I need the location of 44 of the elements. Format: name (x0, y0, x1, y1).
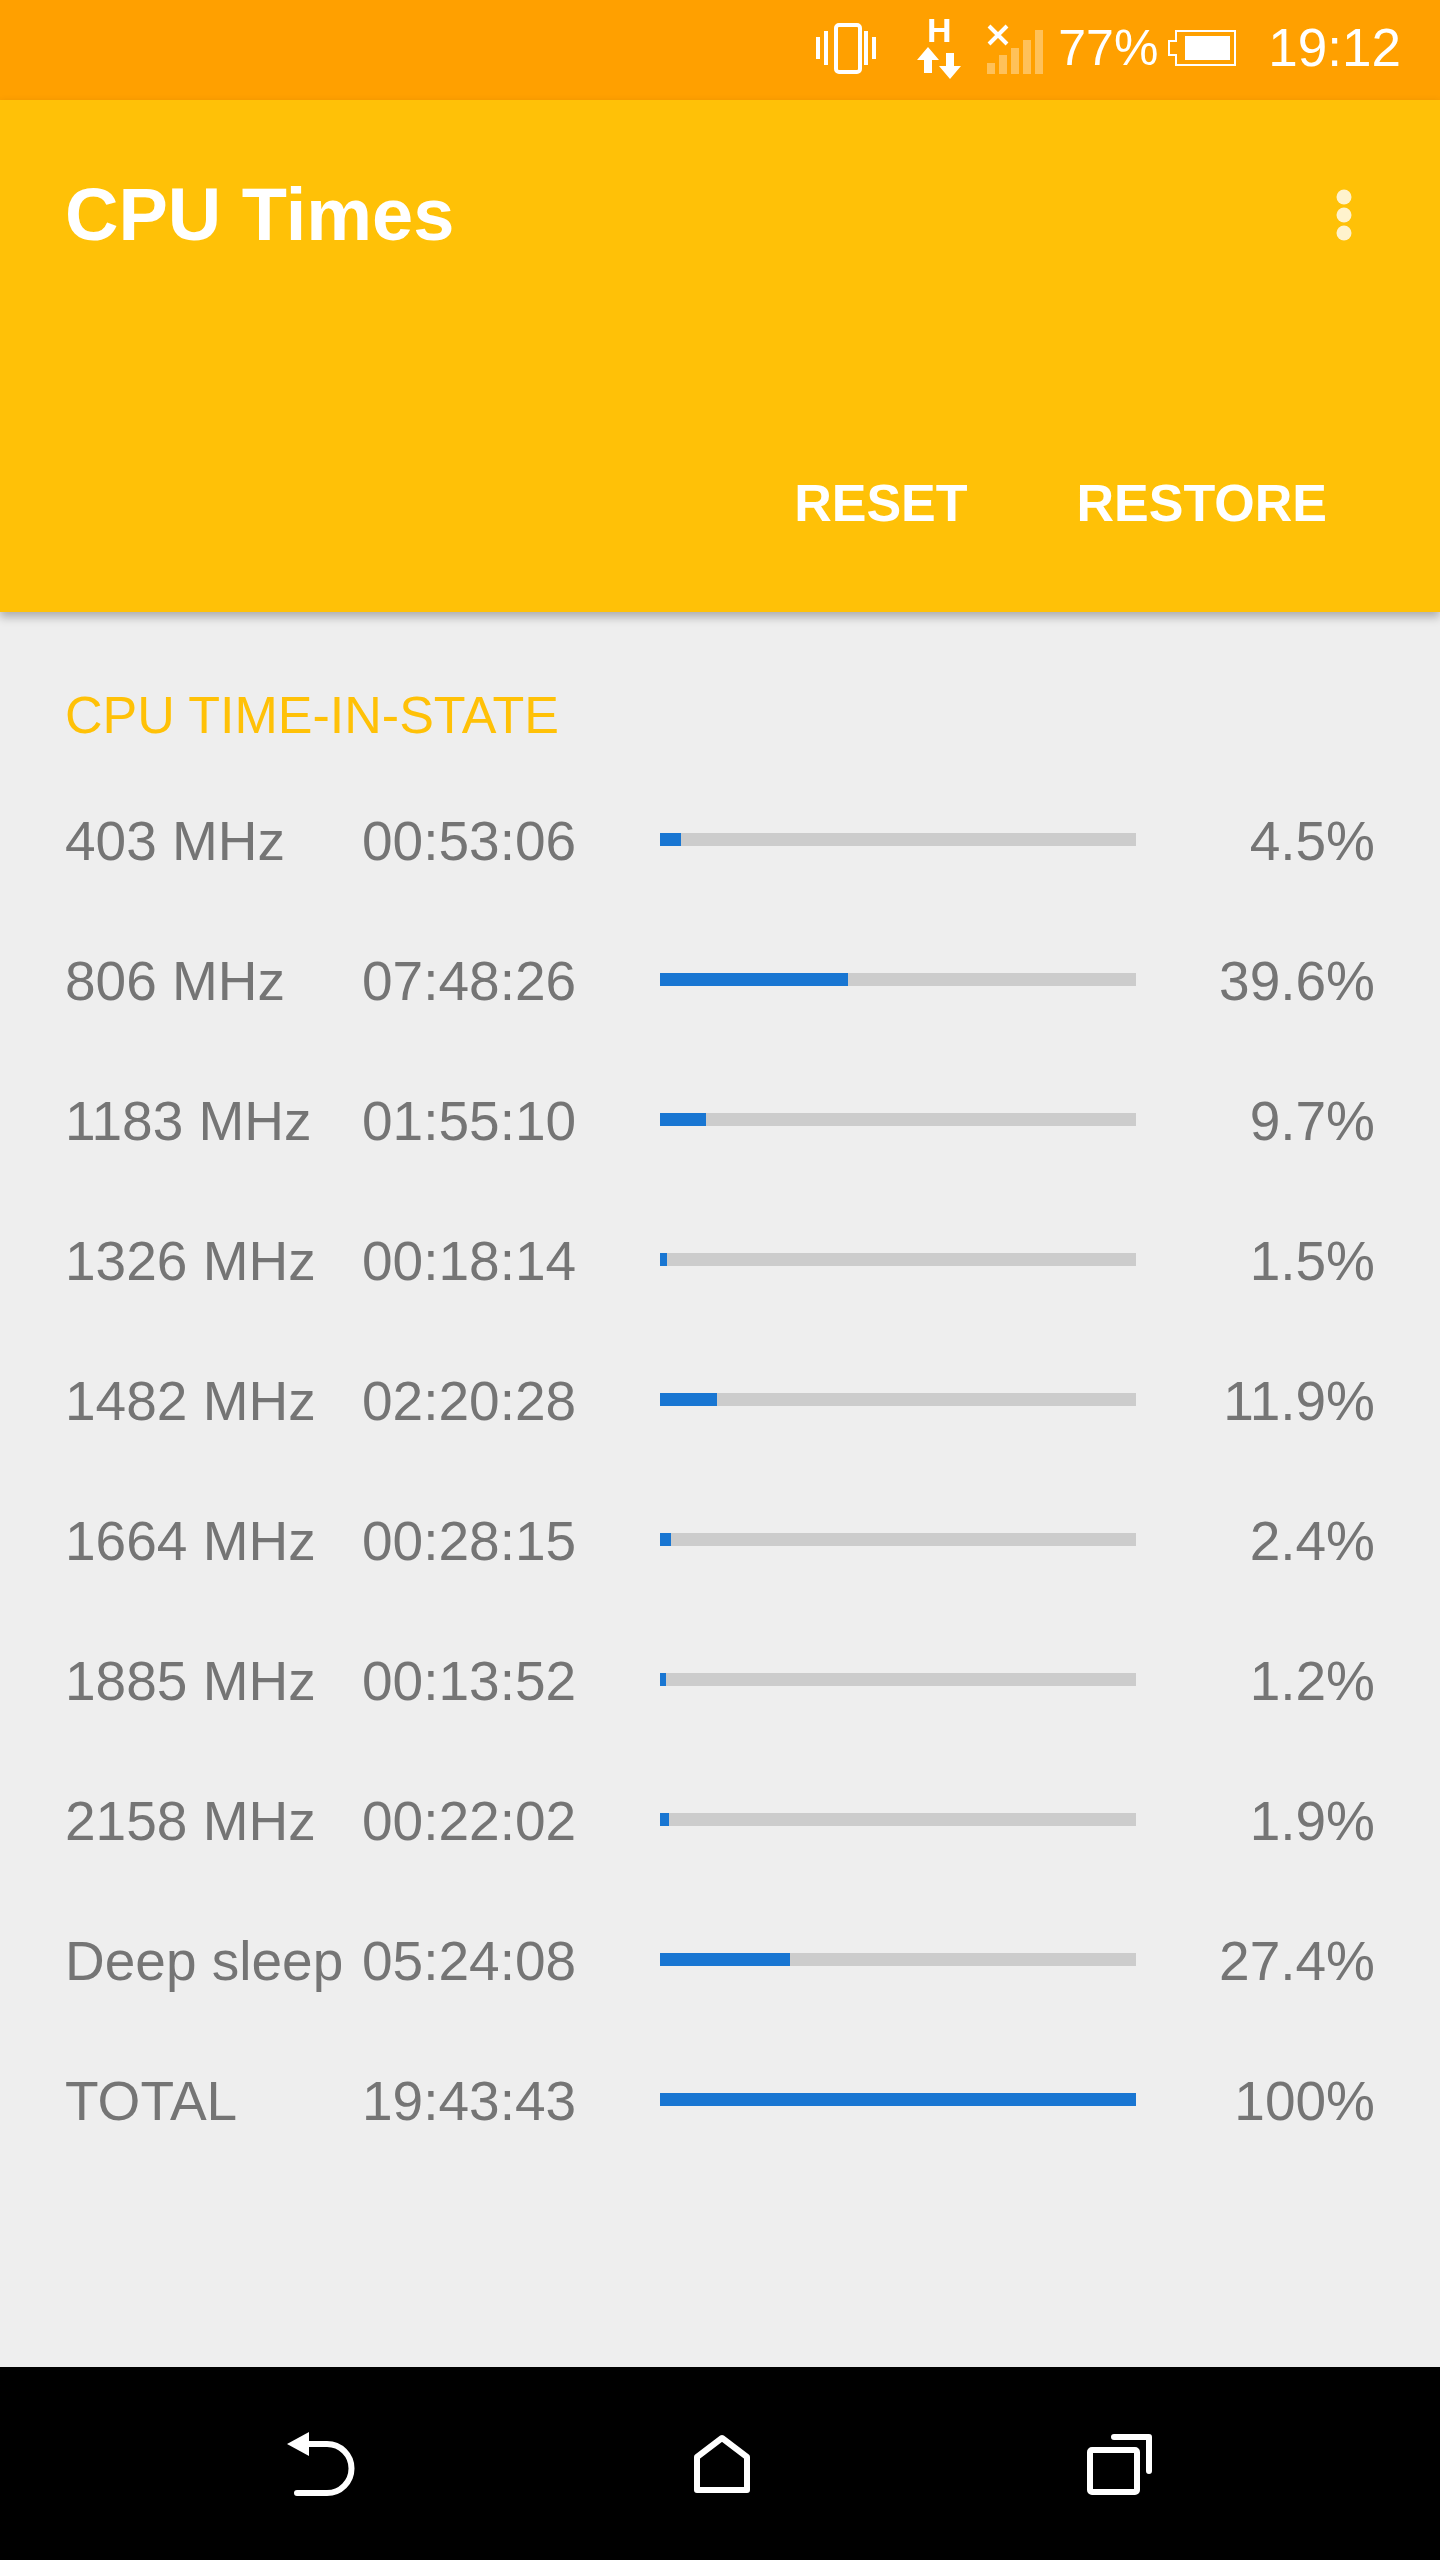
state-time: 05:24:08 (362, 1929, 578, 1993)
state-percent: 1.9% (1249, 1789, 1375, 1853)
state-name: 403 MHz (65, 809, 287, 873)
state-percent: 100% (1234, 2069, 1375, 2133)
back-icon[interactable] (287, 2431, 357, 2496)
clock-time: 19:12 (1268, 19, 1401, 77)
section-header: CPU TIME-IN-STATE (65, 685, 559, 746)
state-time: 00:18:14 (362, 1229, 578, 1293)
state-time: 00:28:15 (362, 1509, 578, 1573)
state-percent: 1.2% (1249, 1649, 1375, 1713)
state-percent: 39.6% (1219, 949, 1375, 1013)
state-name: 1482 MHz (65, 1369, 317, 1433)
state-percent: 9.7% (1249, 1089, 1375, 1153)
state-name: Deep sleep (65, 1929, 345, 1993)
state-name: 2158 MHz (65, 1789, 317, 1853)
vibrate-icon (816, 22, 877, 74)
battery-percent: 77% (1058, 20, 1159, 76)
state-percent: 27.4% (1219, 1929, 1375, 1993)
state-time: 01:55:10 (362, 1089, 578, 1153)
state-time: 00:22:02 (362, 1789, 578, 1853)
action-button[interactable]: RESTORE (1048, 453, 1355, 553)
network-type-label: H (927, 17, 952, 43)
app-title: CPU Times (65, 172, 455, 258)
state-name: 1885 MHz (65, 1649, 317, 1713)
state-name: 1664 MHz (65, 1509, 317, 1573)
state-name: TOTAL (65, 2069, 239, 2133)
state-name: 1183 MHz (65, 1089, 313, 1153)
action-button[interactable]: RESET (766, 453, 996, 553)
state-name: 1326 MHz (65, 1229, 317, 1293)
state-percent: 2.4% (1249, 1509, 1375, 1573)
no-signal-icon (986, 22, 1045, 74)
state-time: 07:48:26 (362, 949, 578, 1013)
state-percent: 4.5% (1249, 809, 1375, 873)
data-arrows-icon (917, 47, 962, 79)
state-percent: 11.9% (1223, 1369, 1375, 1433)
battery-icon (1168, 30, 1237, 66)
state-name: 806 MHz (65, 949, 287, 1013)
home-icon[interactable] (693, 2433, 751, 2494)
state-time: 02:20:28 (362, 1369, 578, 1433)
state-time: 00:53:06 (362, 809, 578, 873)
state-percent: 1.5% (1249, 1229, 1375, 1293)
recents-icon[interactable] (1087, 2432, 1153, 2495)
state-time: 00:13:52 (362, 1649, 578, 1713)
state-time: 19:43:43 (362, 2069, 578, 2133)
